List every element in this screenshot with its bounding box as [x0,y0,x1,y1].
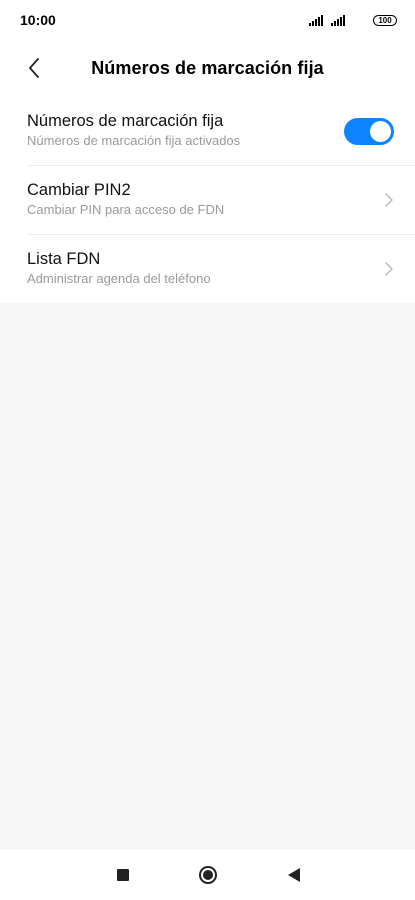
navigation-bar [0,850,415,900]
setting-fdn-toggle-row[interactable]: Números de marcación fija Números de mar… [0,96,415,165]
recent-apps-icon [117,869,129,881]
back-button[interactable] [14,50,54,86]
page-title: Números de marcación fija [91,57,324,78]
setting-title: Cambiar PIN2 [27,181,131,199]
battery-icon: 100 [373,14,397,26]
chevron-left-icon [29,58,39,78]
screen: 10:00 100 Números de marcación fija Núme… [0,0,415,900]
header: Números de marcación fija [0,40,415,96]
recent-apps-button[interactable] [111,863,135,887]
status-bar: 10:00 100 [0,0,415,40]
home-button[interactable] [196,863,220,887]
signal-icon [331,14,345,26]
status-time: 10:00 [20,12,56,28]
setting-fdn-list-row[interactable]: Lista FDN Administrar agenda del teléfon… [0,234,415,303]
setting-title: Números de marcación fija [27,112,224,130]
system-back-button[interactable] [282,863,306,887]
setting-subtitle: Administrar agenda del teléfono [27,271,211,286]
fdn-toggle[interactable] [344,118,394,145]
setting-subtitle: Números de marcación fija activados [27,133,241,148]
chevron-right-icon [383,262,395,276]
setting-title: Lista FDN [27,250,101,268]
setting-change-pin2-row[interactable]: Cambiar PIN2 Cambiar PIN para acceso de … [0,165,415,234]
home-icon [199,866,217,884]
setting-subtitle: Cambiar PIN para acceso de FDN [27,202,225,217]
status-icons: 100 [309,14,397,26]
toggle-knob [370,121,391,142]
signal-icon [309,14,323,26]
settings-list: Números de marcación fija Números de mar… [0,96,415,303]
chevron-right-icon [383,193,395,207]
back-icon [288,868,300,882]
battery-level: 100 [378,15,392,25]
